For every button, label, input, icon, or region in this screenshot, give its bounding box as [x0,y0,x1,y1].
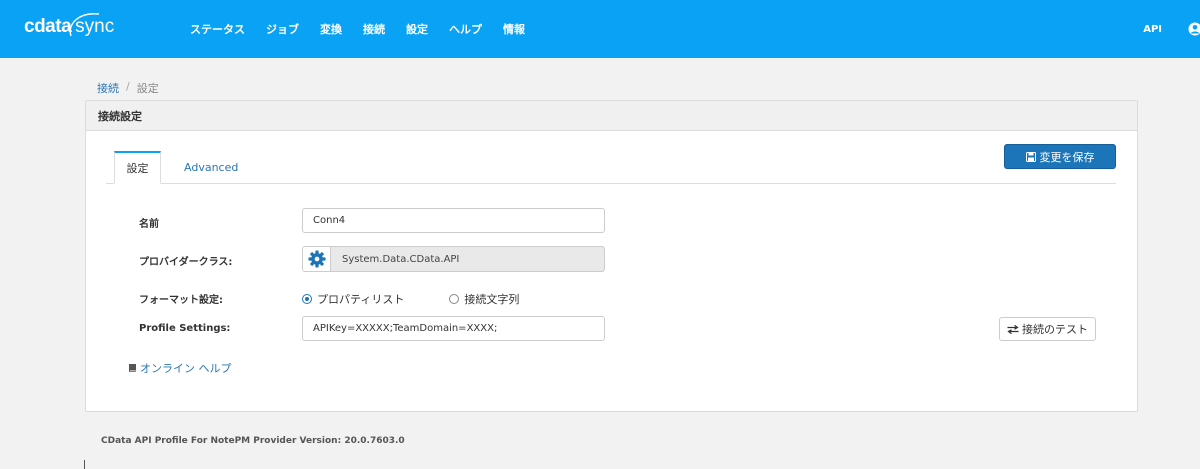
user-icon[interactable] [1188,22,1200,36]
save-button-label: 変更を保存 [1039,150,1095,164]
tab-settings[interactable]: 設定 [114,151,161,184]
provider-icon-box [303,247,331,271]
nav-item-jobs[interactable]: ジョブ [266,21,299,37]
format-radio-group: プロパティリスト 接続文字列 [302,291,519,307]
tab-bar: 設定 Advanced [106,151,1116,184]
online-help-label: オンライン ヘルプ [140,362,232,375]
tab-advanced[interactable]: Advanced [184,151,238,184]
provider-class-value: System.Data.CData.API [342,253,460,265]
gear-icon [307,250,326,268]
online-help-link[interactable]: オンライン ヘルプ [128,360,232,376]
logo[interactable]: cdata sync [24,12,114,42]
nav-item-transform[interactable]: 変換 [320,21,342,37]
provider-version-footer: CData API Profile For NotePM Provider Ve… [101,436,405,446]
nav-item-info[interactable]: 情報 [503,21,525,37]
name-label: 名前 [139,219,159,230]
nav-api-link[interactable]: API [1143,24,1162,35]
logo-swoosh-icon [69,13,100,37]
top-navbar: cdata sync ステータス ジョブ 変換 接続 設定 ヘルプ 情報 API [0,0,1200,58]
format-setting-label: フォーマット設定: [139,295,223,306]
nav-right: API [1143,0,1200,58]
nav-item-connections[interactable]: 接続 [363,21,385,37]
breadcrumb: 接続 / 設定 [97,80,159,96]
exchange-arrows-icon [1007,324,1019,334]
radio-property-list-label: プロパティリスト [317,293,405,306]
save-changes-button[interactable]: 変更を保存 [1004,144,1116,169]
test-connection-button[interactable]: 接続のテスト [999,317,1096,341]
floppy-disk-icon [1025,151,1036,162]
profile-settings-label: Profile Settings: [139,323,231,334]
main-nav: ステータス ジョブ 変換 接続 設定 ヘルプ 情報 [190,0,546,58]
radio-property-list[interactable]: プロパティリスト [302,291,404,307]
radio-property-list-circle[interactable] [302,294,312,304]
nav-item-status[interactable]: ステータス [190,21,245,37]
panel-header: 接続設定 [86,101,1137,131]
profile-settings-input[interactable]: APIKey=XXXXX;TeamDomain=XXXX; [302,316,605,341]
radio-connection-string[interactable]: 接続文字列 [449,291,519,307]
breadcrumb-current: 設定 [136,82,159,95]
panel-title: 接続設定 [98,109,142,123]
breadcrumb-separator: / [126,80,130,93]
radio-connection-string-circle[interactable] [449,294,460,304]
nav-item-help[interactable]: ヘルプ [449,21,482,37]
provider-class-field: System.Data.CData.API [302,246,605,272]
text-cursor-mark [84,460,85,469]
name-input[interactable]: Conn4 [302,208,605,233]
provider-class-label: プロバイダークラス: [139,257,233,268]
breadcrumb-connections-link[interactable]: 接続 [97,80,119,96]
nav-item-settings[interactable]: 設定 [406,21,428,37]
book-icon [129,364,136,372]
connection-settings-panel: 接続設定 設定 Advanced 変更を保存 名前 Conn4 プロバイダークラ… [85,100,1138,412]
logo-sub-text: sync [69,13,114,38]
radio-connection-string-label: 接続文字列 [464,293,520,306]
test-button-label: 接続のテスト [1022,323,1088,336]
logo-main-text: cdata [24,16,72,37]
